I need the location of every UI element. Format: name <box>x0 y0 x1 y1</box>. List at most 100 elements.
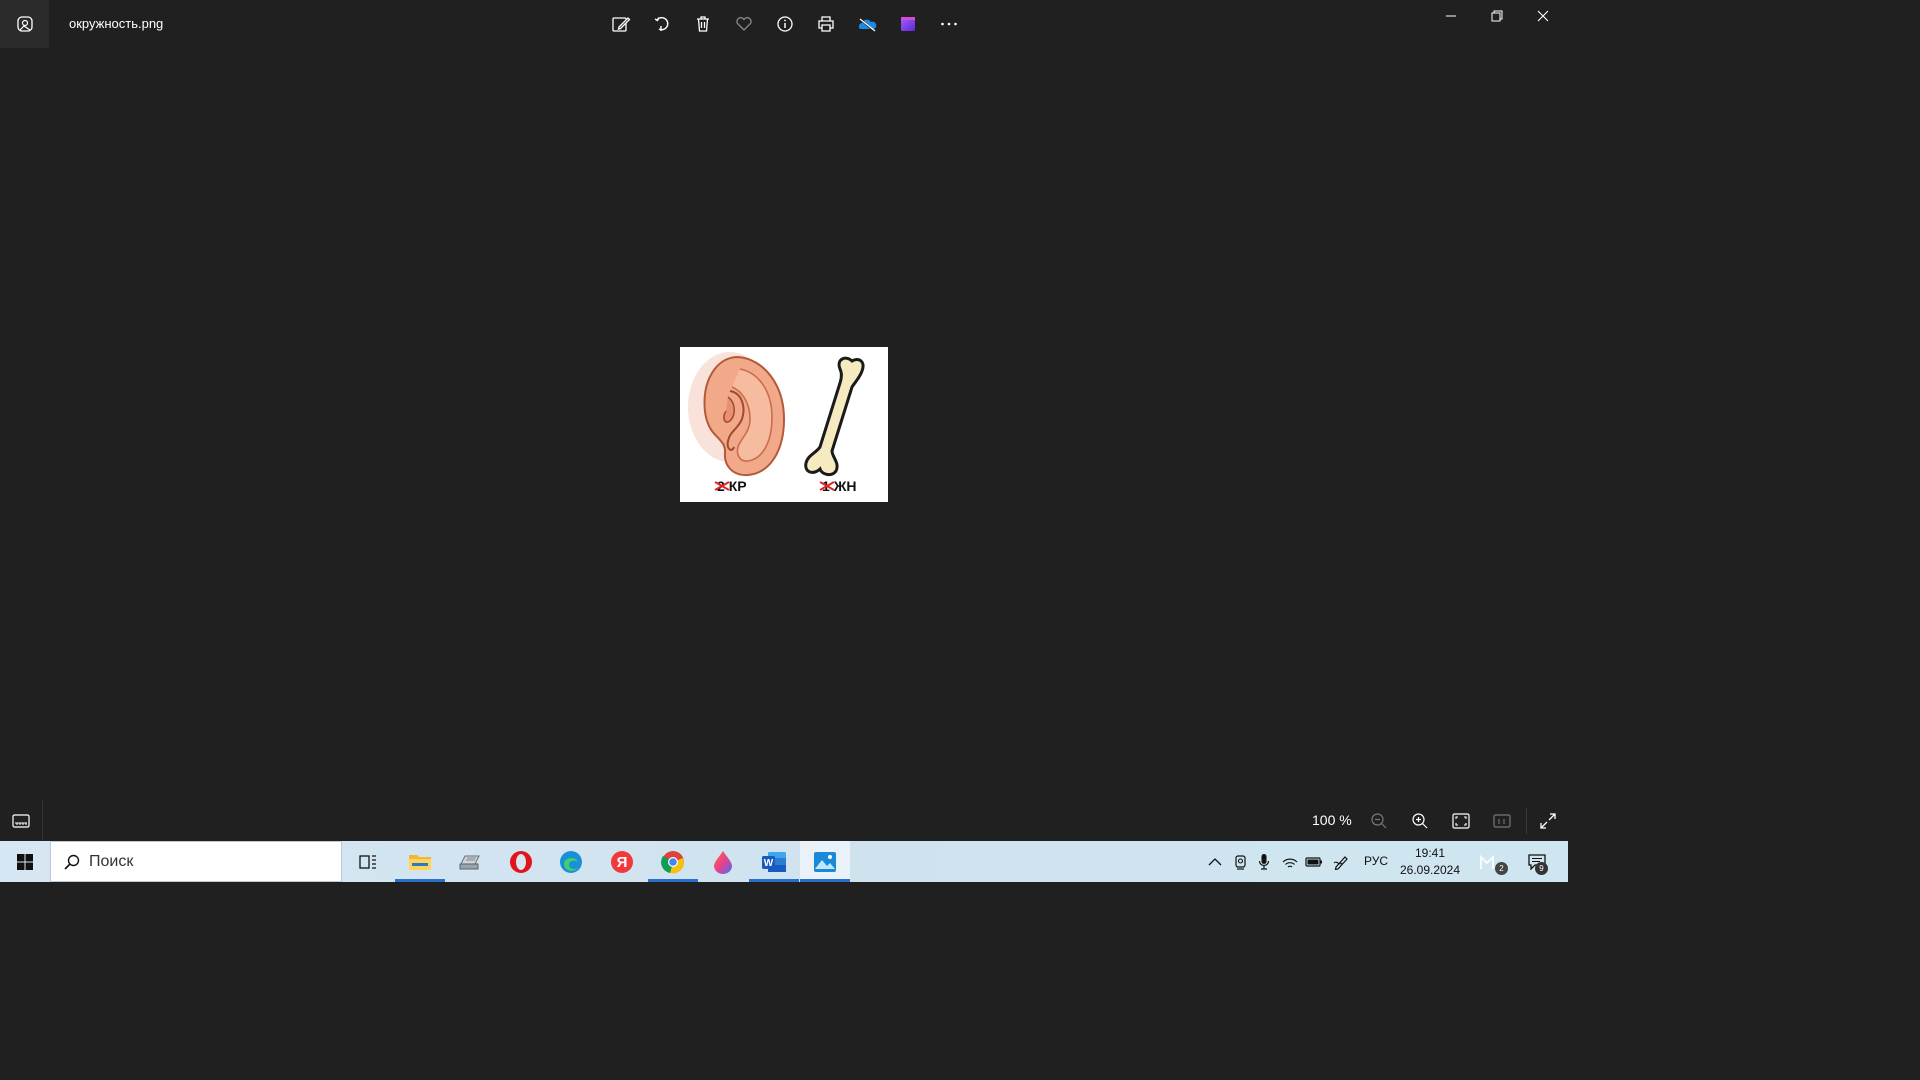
more-button[interactable] <box>928 4 969 44</box>
opera-icon <box>510 850 532 873</box>
taskbar-scanner[interactable] <box>445 841 495 882</box>
running-indicator <box>800 879 850 882</box>
taskbar-photos[interactable] <box>800 841 850 882</box>
ear-caption-text: КР <box>728 478 747 494</box>
taskbar-edge[interactable] <box>546 841 596 882</box>
close-button[interactable] <box>1520 0 1566 32</box>
running-indicator <box>749 879 799 882</box>
filmstrip-button[interactable] <box>0 800 43 841</box>
clock-date: 26.09.2024 <box>1399 863 1461 877</box>
edit-image-button[interactable] <box>600 4 641 44</box>
chrome-icon <box>661 850 684 873</box>
show-hidden-icons-button[interactable] <box>1205 841 1225 882</box>
microphone-icon <box>1258 853 1270 870</box>
taskbar: Поиск Я W РУС 19:41 26.09.2024 2 9 <box>0 841 1568 882</box>
print-button[interactable] <box>805 4 846 44</box>
tray-microphone[interactable] <box>1254 841 1274 882</box>
input-language[interactable]: РУС <box>1364 854 1388 868</box>
yandex-icon: Я <box>611 850 633 873</box>
pen-icon <box>1333 855 1348 870</box>
task-view-icon <box>359 854 376 869</box>
running-indicator <box>395 879 445 882</box>
zoom-in-icon <box>1411 812 1427 828</box>
photos-app-icon[interactable] <box>0 0 49 48</box>
minimize-button[interactable] <box>1428 0 1474 32</box>
wifi-icon <box>1282 858 1298 868</box>
onedrive-icon <box>857 17 876 33</box>
displayed-image[interactable]: 2 КР 1 ЖН <box>680 347 888 502</box>
meet-badge: 2 <box>1495 862 1508 875</box>
search-icon <box>64 854 80 870</box>
taskbar-yandex[interactable]: Я <box>597 841 647 882</box>
more-icon <box>940 22 957 26</box>
task-view-button[interactable] <box>343 841 393 882</box>
clock-time: 19:41 <box>1414 846 1446 860</box>
ear-and-bone-illustration <box>688 352 865 477</box>
actual-size-icon <box>1492 813 1511 828</box>
zoom-level: 100 % <box>1312 812 1352 828</box>
toolbar <box>600 4 969 44</box>
webcam-icon <box>1235 854 1246 870</box>
battery-icon <box>1305 856 1322 867</box>
svg-text:W: W <box>764 858 774 869</box>
video-editor-button[interactable] <box>887 4 928 44</box>
word-icon: W <box>762 851 786 872</box>
tray-battery[interactable] <box>1303 841 1325 882</box>
action-center-button[interactable]: 9 <box>1522 841 1552 882</box>
search-placeholder: Поиск <box>89 852 134 870</box>
bottom-bar: 100 % <box>0 800 1568 841</box>
delete-icon <box>696 16 709 32</box>
tray-pen[interactable] <box>1331 841 1353 882</box>
title-bar: окружность.png <box>0 0 1568 48</box>
expand-icon <box>1539 812 1556 829</box>
taskbar-word[interactable]: W <box>749 841 799 882</box>
onedrive-button[interactable] <box>846 4 887 44</box>
restore-icon <box>1491 10 1503 22</box>
clock[interactable]: 19:41 26.09.2024 <box>1398 845 1462 879</box>
bone-caption-text: ЖН <box>833 478 857 494</box>
delete-button[interactable] <box>682 4 723 44</box>
info-icon <box>776 16 793 32</box>
photos-taskbar-icon <box>814 851 836 872</box>
ear-caption-number: 2 <box>717 478 725 494</box>
close-icon <box>1537 10 1549 22</box>
taskbar-chrome[interactable] <box>648 841 698 882</box>
start-button[interactable] <box>0 841 49 882</box>
info-button[interactable] <box>764 4 805 44</box>
zoom-in-button[interactable] <box>1399 800 1440 841</box>
taskbar-paint-app[interactable] <box>698 841 748 882</box>
zoom-out-icon <box>1370 812 1386 828</box>
heart-icon <box>735 17 752 31</box>
scanner-icon <box>459 855 480 869</box>
restore-button[interactable] <box>1474 0 1520 32</box>
windows-icon <box>16 853 33 870</box>
fit-window-icon <box>1451 812 1470 829</box>
tray-wifi[interactable] <box>1280 841 1300 882</box>
drop-icon <box>714 850 732 874</box>
taskbar-file-explorer[interactable] <box>395 841 445 882</box>
print-icon <box>817 16 834 32</box>
tray-camera[interactable] <box>1231 841 1251 882</box>
full-screen-button[interactable] <box>1527 800 1568 841</box>
chevron-up-icon <box>1208 857 1222 865</box>
photos-app-window: окружность.png 2 КР 1 ЖН 100 % <box>0 0 1568 841</box>
taskbar-search[interactable]: Поиск <box>50 841 342 882</box>
actual-size-button[interactable] <box>1481 800 1522 841</box>
edit-image-icon <box>611 17 630 32</box>
tray-meet[interactable]: 2 <box>1476 841 1508 882</box>
edge-icon <box>560 850 582 873</box>
running-indicator <box>648 879 698 882</box>
taskbar-opera[interactable] <box>496 841 546 882</box>
bone-caption: 1 ЖН <box>822 478 856 494</box>
ear-caption: 2 КР <box>717 478 747 494</box>
photos-icon <box>16 16 33 32</box>
minimize-icon <box>1446 15 1456 17</box>
favorite-button[interactable] <box>723 4 764 44</box>
fit-to-window-button[interactable] <box>1440 800 1481 841</box>
rotate-icon <box>654 16 668 31</box>
folder-icon <box>409 854 431 870</box>
zoom-out-button[interactable] <box>1358 800 1399 841</box>
filmstrip-icon <box>12 813 30 828</box>
rotate-button[interactable] <box>641 4 682 44</box>
file-name: окружность.png <box>69 16 164 31</box>
